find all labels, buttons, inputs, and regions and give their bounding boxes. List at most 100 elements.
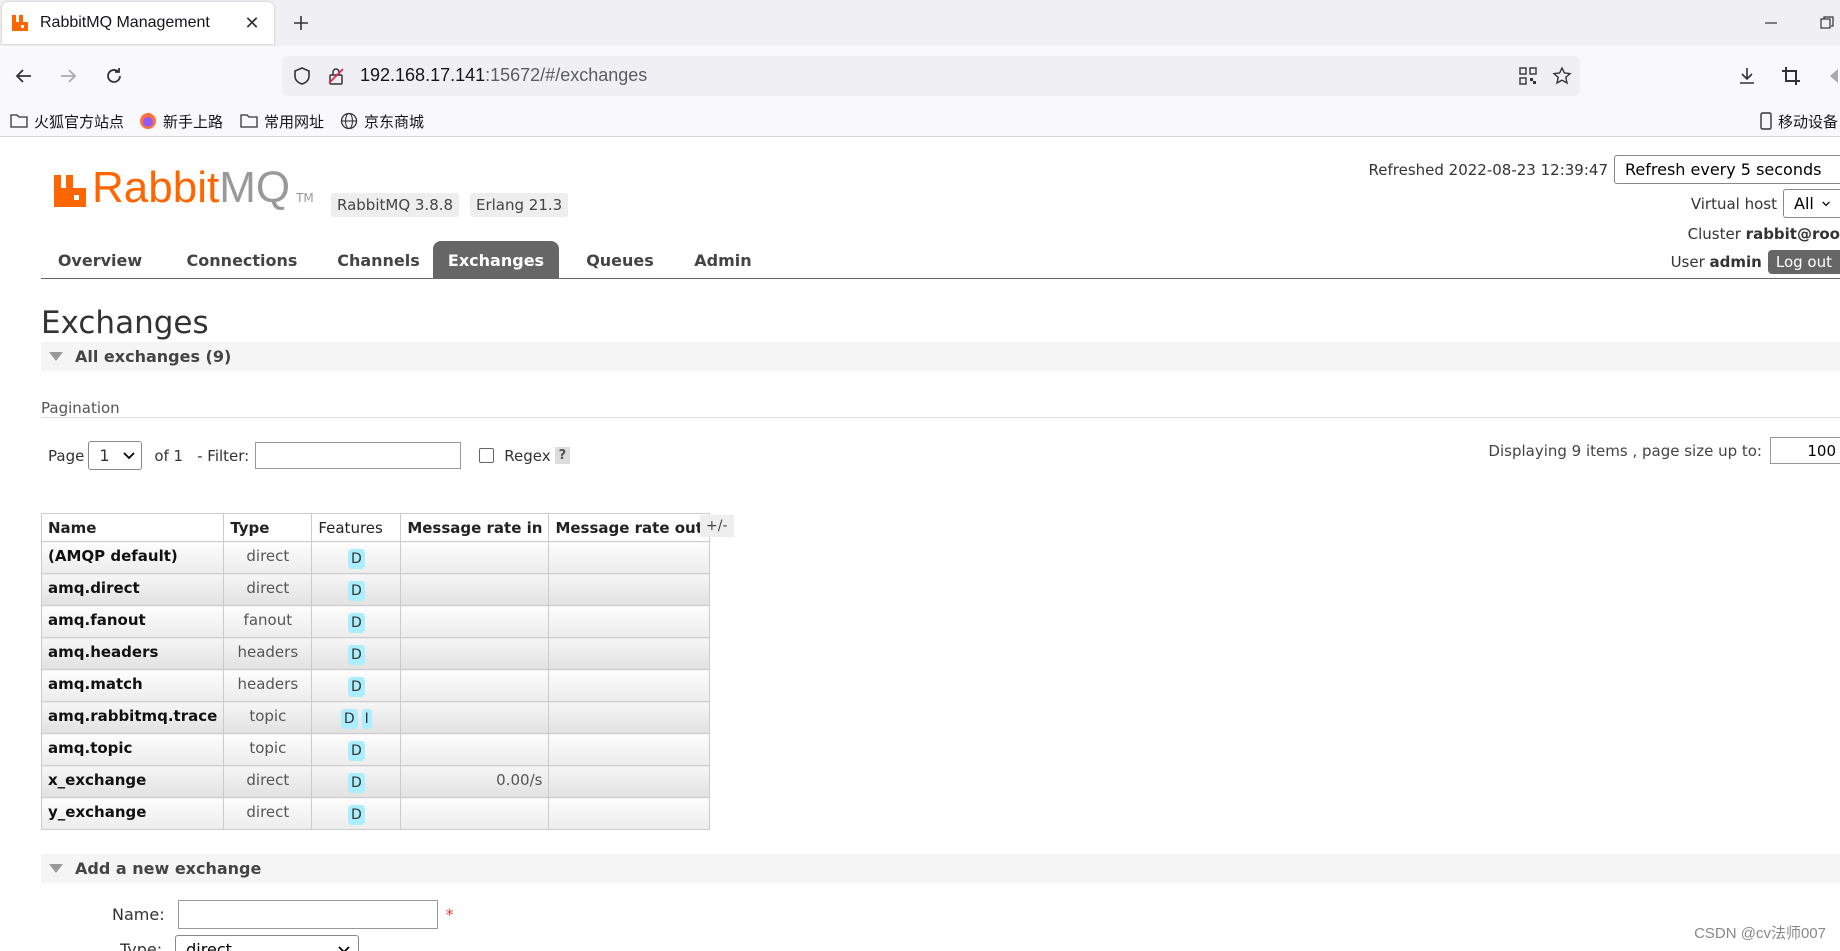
exchange-name-link[interactable]: amq.topic — [40, 733, 225, 766]
url-bar[interactable]: 192.168.17.141:15672/#/exchanges — [282, 56, 1580, 96]
forward-arrow-icon[interactable] — [52, 60, 84, 92]
virtual-host-value: All — [1794, 194, 1814, 213]
exchange-name-link[interactable]: amq.rabbitmq.trace — [40, 701, 225, 734]
insecure-lock-icon[interactable] — [324, 64, 348, 88]
rate-in — [400, 797, 550, 830]
column-header-type[interactable]: Type — [223, 513, 313, 542]
column-header-features[interactable]: Features — [311, 513, 402, 542]
tab-admin[interactable]: Admin — [675, 241, 771, 279]
bookmark-common-sites[interactable]: 常用网址 — [240, 110, 324, 132]
tab-queues[interactable]: Queues — [570, 241, 670, 279]
url-text[interactable]: 192.168.17.141:15672/#/exchanges — [360, 65, 647, 86]
bookmark-label: 移动设备 — [1778, 112, 1839, 131]
virtual-host-select[interactable]: All — [1783, 189, 1840, 218]
tab-overview[interactable]: Overview — [41, 241, 159, 279]
exchange-name-row: Name: * — [112, 900, 454, 929]
chevron-down-icon — [338, 945, 350, 951]
main-nav-tabs: Overview Connections Channels Exchanges … — [41, 241, 1840, 279]
filter-input[interactable] — [255, 442, 462, 469]
exchange-name-input[interactable] — [177, 900, 438, 929]
table-row[interactable]: x_exchange direct D 0.00/s — [40, 765, 710, 798]
column-header-rate-out[interactable]: Message rate out — [548, 513, 710, 542]
exchange-type: fanout — [223, 605, 313, 638]
table-row[interactable]: amq.rabbitmq.trace topic DI — [40, 701, 710, 734]
globe-icon — [340, 112, 358, 130]
table-row[interactable]: amq.fanout fanout D — [40, 605, 710, 638]
durable-badge: D — [347, 549, 365, 569]
durable-badge: D — [347, 741, 365, 761]
all-exchanges-section-toggle[interactable]: All exchanges (9) — [41, 342, 1840, 371]
back-arrow-icon[interactable] — [8, 60, 40, 92]
exchange-name-link[interactable]: (AMQP default) — [40, 541, 225, 574]
exchange-type: topic — [223, 733, 313, 766]
regex-checkbox[interactable] — [479, 448, 495, 463]
table-row[interactable]: amq.headers headers D — [40, 637, 710, 670]
add-exchange-section-toggle[interactable]: Add a new exchange — [41, 854, 1840, 883]
column-header-name[interactable]: Name — [40, 513, 225, 542]
toggle-columns-button[interactable]: +/- — [700, 515, 734, 537]
qr-code-icon[interactable] — [1516, 64, 1540, 88]
shield-icon[interactable] — [290, 64, 314, 88]
exchange-name-link[interactable]: amq.match — [40, 669, 225, 702]
exchange-name-link[interactable]: x_exchange — [40, 765, 225, 798]
required-asterisk: * — [445, 905, 454, 924]
browser-tab[interactable]: RabbitMQ Management ✕ — [2, 2, 274, 44]
bookmark-star-icon[interactable] — [1550, 64, 1574, 88]
tab-channels[interactable]: Channels — [321, 241, 436, 279]
rate-out — [548, 637, 710, 670]
all-exchanges-title: All exchanges (9) — [75, 347, 232, 366]
restore-window-icon[interactable] — [1812, 8, 1840, 38]
table-row[interactable]: (AMQP default) direct D — [40, 541, 710, 574]
tab-exchanges[interactable]: Exchanges — [433, 241, 559, 279]
minimize-window-icon[interactable] — [1756, 8, 1786, 38]
exchange-type-select[interactable]: direct — [175, 935, 360, 951]
exchange-features: D — [311, 797, 402, 830]
exchange-features: D — [311, 669, 402, 702]
rate-in — [400, 541, 550, 574]
refresh-interval-select[interactable]: Refresh every 5 seconds — [1614, 155, 1840, 184]
screenshot-crop-icon[interactable] — [1775, 60, 1807, 92]
table-row[interactable]: y_exchange direct D — [40, 797, 710, 830]
browser-tab-title: RabbitMQ Management — [40, 14, 210, 31]
rabbitmq-logo[interactable]: RabbitMQ TM — [52, 166, 314, 210]
close-tab-icon[interactable]: ✕ — [238, 9, 266, 37]
rate-out — [548, 573, 710, 606]
exchange-name-link[interactable]: amq.direct — [40, 573, 225, 606]
table-row[interactable]: amq.match headers D — [40, 669, 710, 702]
rate-out — [548, 765, 710, 798]
exchange-features: D — [311, 573, 402, 606]
exchange-name-label: Name: — [112, 905, 165, 924]
table-row[interactable]: amq.direct direct D — [40, 573, 710, 606]
bookmark-getting-started[interactable]: 新手上路 — [139, 110, 223, 132]
rabbitmq-management-page: RabbitMQ TM RabbitMQ 3.8.8 Erlang 21.3 R… — [0, 137, 1840, 951]
chevron-down-icon — [1822, 201, 1830, 206]
durable-badge: D — [347, 805, 365, 825]
regex-help-button[interactable]: ? — [554, 447, 571, 464]
download-icon[interactable] — [1731, 60, 1763, 92]
exchange-name-link[interactable]: amq.headers — [40, 637, 225, 670]
bookmark-jd-mall[interactable]: 京东商城 — [340, 110, 424, 132]
exchange-name-link[interactable]: amq.fanout — [40, 605, 225, 638]
durable-badge: D — [340, 709, 358, 729]
durable-badge: D — [347, 613, 365, 633]
page-size-row: Displaying 9 items , page size up to: 10… — [1488, 437, 1840, 464]
bookmarks-bar: 火狐官方站点 新手上路 常用网址 京东商城 移动设备 — [0, 106, 1840, 137]
page-select[interactable]: 1 — [88, 441, 143, 470]
folder-icon — [240, 114, 258, 128]
bookmark-mobile-devices[interactable]: 移动设备 — [1760, 110, 1838, 132]
reload-icon[interactable] — [98, 60, 130, 92]
table-row[interactable]: amq.topic topic D — [40, 733, 710, 766]
new-tab-icon[interactable] — [286, 8, 316, 38]
bookmark-label: 常用网址 — [264, 112, 325, 131]
rate-out — [548, 733, 710, 766]
logo-rabbit-text: Rabbit — [92, 163, 220, 212]
exchange-name-link[interactable]: y_exchange — [40, 797, 225, 830]
url-path: :15672/#/exchanges — [485, 65, 648, 85]
tab-connections[interactable]: Connections — [176, 241, 308, 279]
refreshed-timestamp: Refreshed 2022-08-23 12:39:47 — [1368, 160, 1608, 179]
page-size-input[interactable]: 100 — [1770, 437, 1840, 464]
extension-icon[interactable] — [1820, 60, 1840, 92]
column-header-rate-in[interactable]: Message rate in — [400, 513, 550, 542]
bookmark-firefox-official[interactable]: 火狐官方站点 — [10, 110, 124, 132]
rate-in — [400, 637, 550, 670]
